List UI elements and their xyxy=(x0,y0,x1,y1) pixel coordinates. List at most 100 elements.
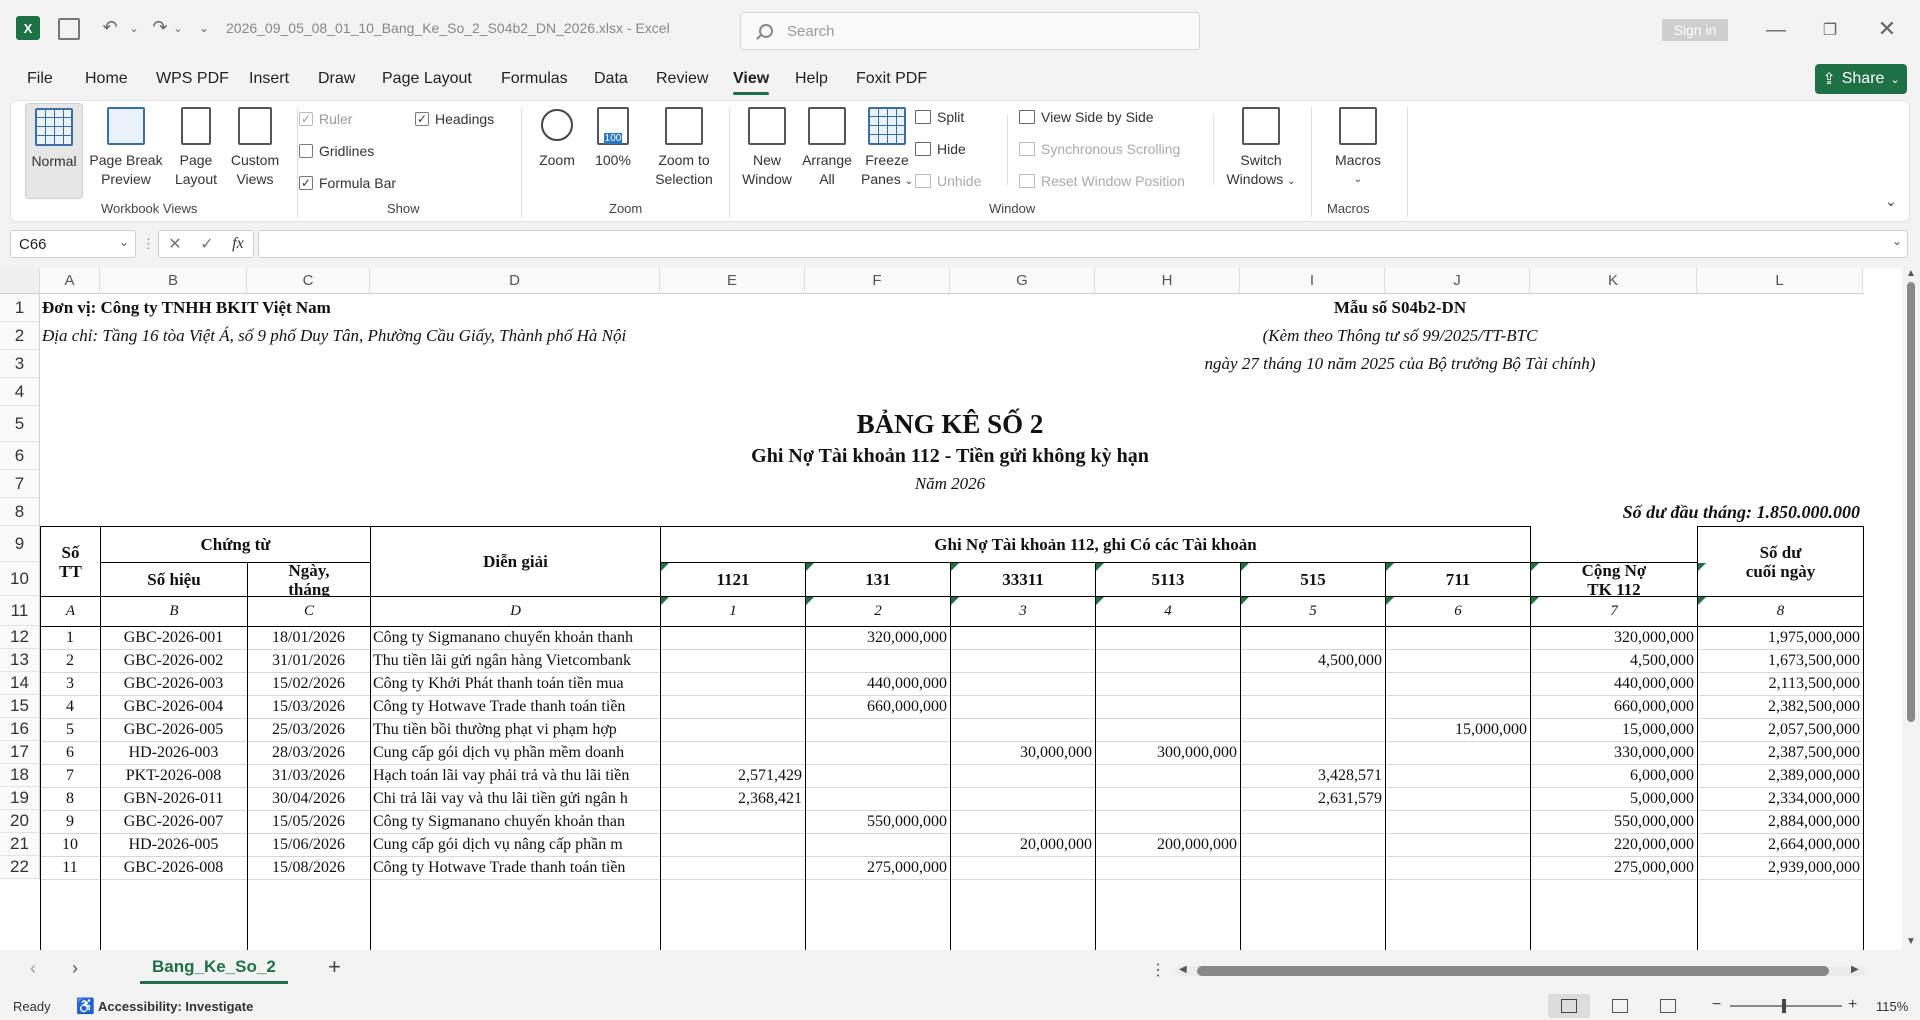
row-acc-131[interactable] xyxy=(805,741,947,764)
column-header[interactable]: H xyxy=(1095,268,1240,294)
formula-input[interactable] xyxy=(258,230,1908,258)
add-sheet-icon[interactable]: + xyxy=(328,954,341,980)
row-total[interactable]: 320,000,000 xyxy=(1530,626,1694,649)
row-acc-5113[interactable] xyxy=(1095,856,1237,879)
row-voucher-no[interactable]: GBC-2026-007 xyxy=(100,810,247,833)
row-acc-711[interactable] xyxy=(1385,833,1527,856)
row-balance[interactable]: 1,975,000,000 xyxy=(1697,626,1860,649)
new-window-button[interactable]: New Window xyxy=(737,103,797,199)
expand-formula-bar-icon[interactable]: ⌄ xyxy=(1892,234,1902,248)
row-description[interactable]: Công ty Sigmanano chuyển khoản thanh xyxy=(373,626,660,649)
menu-formulas[interactable]: Formulas xyxy=(501,70,568,88)
restore-icon[interactable]: ❐ xyxy=(1818,18,1842,42)
row-header[interactable]: 11 xyxy=(0,596,40,626)
row-acc-33311[interactable] xyxy=(950,856,1092,879)
row-voucher-date[interactable]: 30/04/2026 xyxy=(247,787,370,810)
row-acc-711[interactable] xyxy=(1385,856,1527,879)
formula-bar-checkbox[interactable]: ✓ Formula Bar xyxy=(299,175,396,191)
gridlines-checkbox[interactable]: Gridlines xyxy=(299,143,374,159)
row-acc-711[interactable] xyxy=(1385,626,1527,649)
row-acc-711[interactable]: 15,000,000 xyxy=(1385,718,1527,741)
row-voucher-date[interactable]: 15/02/2026 xyxy=(247,672,370,695)
name-box[interactable]: C66 ⌄ xyxy=(10,230,136,258)
sign-in-button[interactable]: Sign in xyxy=(1662,19,1728,41)
row-acc-1121[interactable] xyxy=(660,718,802,741)
menu-page-layout[interactable]: Page Layout xyxy=(382,70,472,88)
insert-function-icon[interactable]: fx xyxy=(232,235,244,253)
column-header[interactable]: L xyxy=(1697,268,1863,294)
row-acc-515[interactable]: 4,500,000 xyxy=(1240,649,1382,672)
row-acc-1121[interactable] xyxy=(660,856,802,879)
row-acc-131[interactable]: 660,000,000 xyxy=(805,695,947,718)
row-total[interactable]: 6,000,000 xyxy=(1530,764,1694,787)
row-voucher-date[interactable]: 15/06/2026 xyxy=(247,833,370,856)
menu-draw[interactable]: Draw xyxy=(318,70,355,88)
accessibility-status[interactable]: Accessibility: Investigate xyxy=(98,999,253,1014)
row-acc-1121[interactable] xyxy=(660,741,802,764)
redo-dropdown-icon[interactable]: ⌄ xyxy=(172,18,184,38)
row-acc-1121[interactable] xyxy=(660,810,802,833)
row-header[interactable]: 18 xyxy=(0,764,40,787)
row-stt[interactable]: 7 xyxy=(40,764,100,787)
row-header[interactable]: 7 xyxy=(0,470,40,498)
column-header[interactable]: A xyxy=(40,268,100,294)
menu-help[interactable]: Help xyxy=(795,70,828,88)
row-balance[interactable]: 2,664,000,000 xyxy=(1697,833,1860,856)
row-acc-5113[interactable] xyxy=(1095,787,1237,810)
row-voucher-date[interactable]: 15/08/2026 xyxy=(247,856,370,879)
row-voucher-no[interactable]: HD-2026-003 xyxy=(100,741,247,764)
zoom-100-button[interactable]: 100 100% xyxy=(589,103,637,199)
row-header[interactable]: 3 xyxy=(0,350,40,378)
row-acc-33311[interactable] xyxy=(950,810,1092,833)
row-stt[interactable]: 11 xyxy=(40,856,100,879)
sheet-tab-bang-ke-so-2[interactable]: Bang_Ke_So_2 xyxy=(140,954,288,984)
zoom-out-icon[interactable]: − xyxy=(1712,996,1721,1014)
redo-icon[interactable]: ↷ xyxy=(148,14,172,40)
scroll-down-icon[interactable]: ▼ xyxy=(1906,936,1916,947)
row-header[interactable]: 15 xyxy=(0,695,40,718)
column-header[interactable]: C xyxy=(247,268,370,294)
row-header[interactable]: 21 xyxy=(0,833,40,856)
menu-review[interactable]: Review xyxy=(656,70,708,88)
row-acc-711[interactable] xyxy=(1385,672,1527,695)
row-header[interactable]: 2 xyxy=(0,322,40,350)
row-stt[interactable]: 3 xyxy=(40,672,100,695)
minimize-icon[interactable]: — xyxy=(1764,18,1788,42)
row-acc-5113[interactable] xyxy=(1095,764,1237,787)
row-acc-5113[interactable]: 300,000,000 xyxy=(1095,741,1237,764)
row-acc-131[interactable] xyxy=(805,787,947,810)
row-acc-33311[interactable] xyxy=(950,787,1092,810)
row-acc-131[interactable]: 550,000,000 xyxy=(805,810,947,833)
column-header[interactable]: F xyxy=(805,268,950,294)
zoom-slider[interactable] xyxy=(1730,1005,1842,1007)
row-header[interactable]: 8 xyxy=(0,498,40,526)
row-header[interactable]: 16 xyxy=(0,718,40,741)
row-acc-515[interactable]: 3,428,571 xyxy=(1240,764,1382,787)
row-voucher-date[interactable]: 18/01/2026 xyxy=(247,626,370,649)
row-header[interactable]: 9 xyxy=(0,526,40,562)
customize-toolbar-icon[interactable]: ⌄ xyxy=(196,18,212,38)
column-header[interactable]: K xyxy=(1530,268,1697,294)
zoom-level[interactable]: 115% xyxy=(1876,999,1908,1014)
row-voucher-no[interactable]: GBN-2026-011 xyxy=(100,787,247,810)
row-balance[interactable]: 2,387,500,000 xyxy=(1697,741,1860,764)
row-balance[interactable]: 1,673,500,000 xyxy=(1697,649,1860,672)
row-balance[interactable]: 2,057,500,000 xyxy=(1697,718,1860,741)
row-acc-5113[interactable] xyxy=(1095,718,1237,741)
row-voucher-date[interactable]: 31/01/2026 xyxy=(247,649,370,672)
vertical-scroll-thumb[interactable] xyxy=(1907,282,1915,722)
row-acc-5113[interactable] xyxy=(1095,649,1237,672)
menu-insert[interactable]: Insert xyxy=(249,70,289,88)
normal-view-button[interactable]: Normal xyxy=(25,103,83,199)
row-acc-33311[interactable] xyxy=(950,764,1092,787)
menu-data[interactable]: Data xyxy=(594,70,628,88)
row-total[interactable]: 330,000,000 xyxy=(1530,741,1694,764)
row-description[interactable]: Cung cấp gói dịch vụ nâng cấp phần m xyxy=(373,833,660,856)
row-acc-515[interactable] xyxy=(1240,833,1382,856)
row-description[interactable]: Công ty Sigmanano chuyển khoản than xyxy=(373,810,660,833)
save-icon[interactable] xyxy=(58,18,80,40)
row-acc-711[interactable] xyxy=(1385,764,1527,787)
row-header[interactable]: 20 xyxy=(0,810,40,833)
close-icon[interactable]: ✕ xyxy=(1874,16,1900,42)
row-header[interactable]: 1 xyxy=(0,294,40,322)
